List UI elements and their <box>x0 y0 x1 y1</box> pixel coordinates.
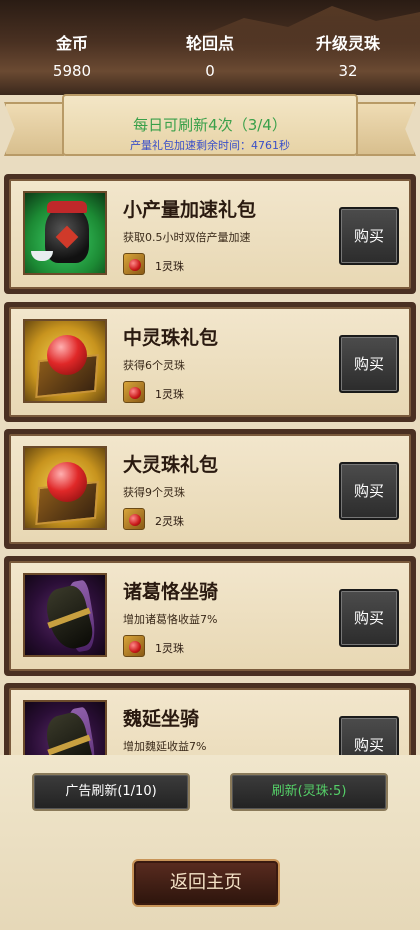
speedup-remaining-text: 产量礼包加速剩余时间：4761秒 <box>130 139 290 152</box>
item-name: 魏延坐骑 <box>123 708 200 730</box>
item-name: 中灵珠礼包 <box>123 327 219 349</box>
upgrade-orb-stat: 升级灵珠 32 <box>288 30 408 80</box>
shop-item-card: 魏延坐骑 增加魏延收益7% 购买 <box>9 688 411 755</box>
wine-jar-icon <box>23 191 107 275</box>
gold-value: 5980 <box>52 62 92 80</box>
buy-button[interactable]: 购买 <box>339 589 399 647</box>
shop-item-card: 小产量加速礼包 获取0.5小时双倍产量加速 1灵珠 购买 <box>9 179 411 289</box>
reincarnation-value: 0 <box>205 62 215 80</box>
item-desc: 获取0.5小时双倍产量加速 <box>123 231 251 244</box>
item-name: 诸葛恪坐骑 <box>123 581 219 603</box>
refresh-banner: 每日可刷新4次（3/4） 产量礼包加速剩余时间：4761秒 <box>0 92 420 162</box>
gold-stat: 金币 5980 <box>12 30 132 80</box>
warhorse-icon <box>23 573 107 657</box>
item-desc: 获得9个灵珠 <box>123 486 185 499</box>
item-cost: 1灵珠 <box>155 642 184 655</box>
item-cost: 1灵珠 <box>155 388 184 401</box>
item-desc: 获得6个灵珠 <box>123 359 185 372</box>
reincarnation-label: 轮回点 <box>185 34 234 53</box>
shop-item-card: 诸葛恪坐骑 增加诸葛恪收益7% 1灵珠 购买 <box>9 561 411 671</box>
shop-item: 大灵珠礼包 获得9个灵珠 2灵珠 购买 <box>4 429 416 549</box>
shop-item: 魏延坐骑 增加魏延收益7% 购买 <box>4 683 416 755</box>
shop-item-card: 大灵珠礼包 获得9个灵珠 2灵珠 购买 <box>9 434 411 544</box>
buy-button[interactable]: 购买 <box>339 462 399 520</box>
shop-item-card: 中灵珠礼包 获得6个灵珠 1灵珠 购买 <box>9 307 411 417</box>
red-orb-icon <box>23 446 107 530</box>
warhorse-icon <box>23 700 107 755</box>
item-name: 小产量加速礼包 <box>123 199 257 221</box>
buy-button[interactable]: 购买 <box>339 207 399 265</box>
spirit-orb-icon <box>123 253 145 275</box>
gold-label: 金币 <box>55 34 88 53</box>
buy-button[interactable]: 购买 <box>339 716 399 755</box>
shop-item-list[interactable]: 小产量加速礼包 获取0.5小时双倍产量加速 1灵珠 购买 中灵珠礼包 获得6个灵… <box>0 170 420 755</box>
item-desc: 增加魏延收益7% <box>123 740 207 753</box>
shop-item: 中灵珠礼包 获得6个灵珠 1灵珠 购买 <box>4 302 416 422</box>
red-orb-icon <box>23 319 107 403</box>
spirit-orb-icon <box>123 508 145 530</box>
item-cost: 1灵珠 <box>155 260 184 273</box>
item-cost: 2灵珠 <box>155 515 184 528</box>
resource-header: 金币 5980 轮回点 0 升级灵珠 32 <box>0 0 420 95</box>
upgrade-orb-value: 32 <box>338 62 358 80</box>
buy-button[interactable]: 购买 <box>339 335 399 393</box>
item-desc: 增加诸葛恪收益7% <box>123 613 218 626</box>
ad-refresh-button[interactable]: 广告刷新(1/10) <box>32 773 190 811</box>
return-home-button[interactable]: 返回主页 <box>132 859 280 907</box>
item-name: 大灵珠礼包 <box>123 454 219 476</box>
spirit-orb-icon <box>123 381 145 403</box>
spirit-orb-icon <box>123 635 145 657</box>
daily-refresh-text: 每日可刷新4次（3/4） <box>133 116 287 134</box>
orb-refresh-button[interactable]: 刷新(灵珠:5) <box>230 773 388 811</box>
shop-item: 诸葛恪坐骑 增加诸葛恪收益7% 1灵珠 购买 <box>4 556 416 676</box>
upgrade-orb-label: 升级灵珠 <box>315 34 380 53</box>
bottom-panel: 广告刷新(1/10) 刷新(灵珠:5) 返回主页 <box>0 755 420 930</box>
reincarnation-stat: 轮回点 0 <box>150 30 270 80</box>
shop-item: 小产量加速礼包 获取0.5小时双倍产量加速 1灵珠 购买 <box>4 174 416 294</box>
